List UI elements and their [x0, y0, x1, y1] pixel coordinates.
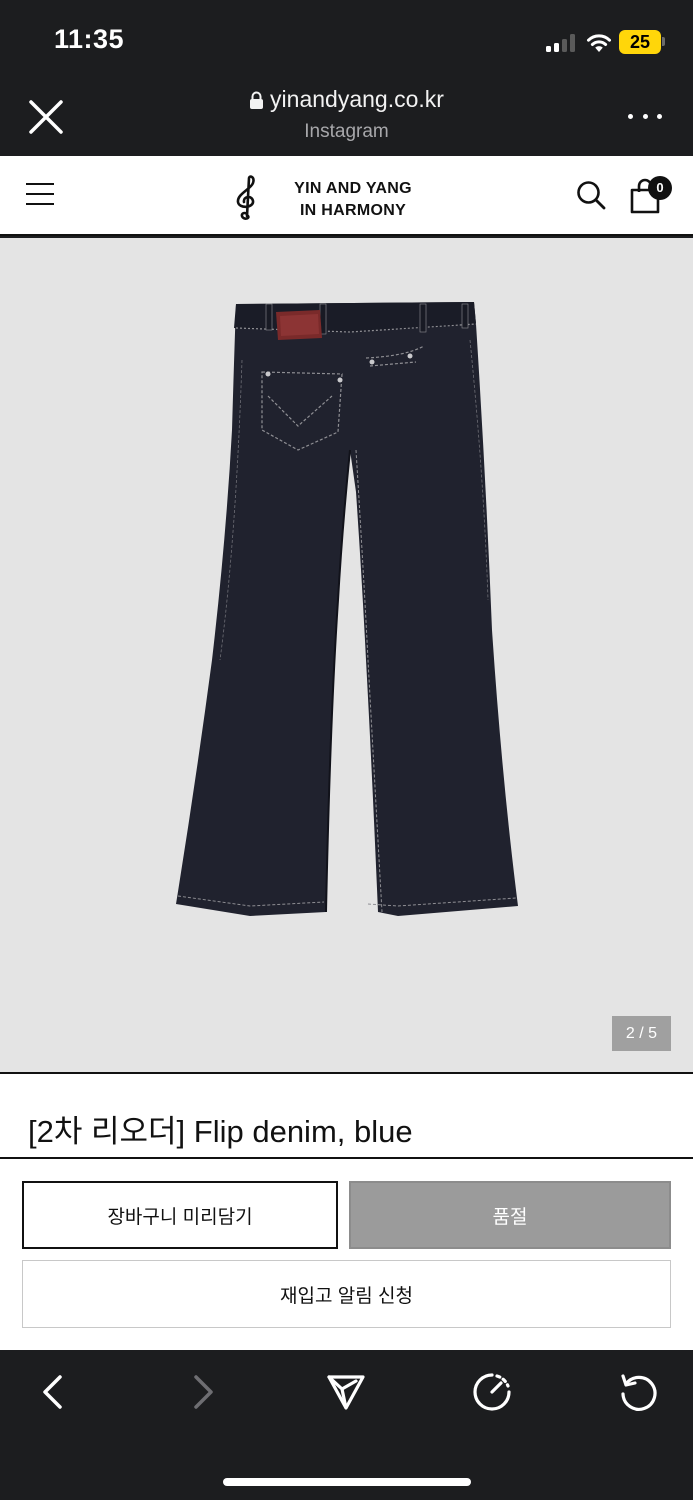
product-info: [2차 리오더] Flip denim, blue 장바구니 미리담기 품절 재…	[0, 1074, 693, 1350]
page: 11:35 25 yinandyang.co.kr Instagram YIN …	[0, 0, 693, 1500]
restock-notify-button[interactable]: 재입고 알림 신청	[22, 1260, 671, 1328]
in-app-browser-bar: yinandyang.co.kr Instagram	[0, 80, 693, 156]
home-indicator[interactable]	[223, 1478, 471, 1486]
cart-preview-button[interactable]: 장바구니 미리담기	[22, 1181, 338, 1249]
site-header: YIN AND YANG IN HARMONY	[0, 156, 693, 236]
more-icon[interactable]	[628, 110, 662, 122]
search-icon[interactable]	[576, 180, 606, 210]
battery-tip	[662, 37, 665, 46]
hamburger-menu-icon[interactable]	[26, 183, 54, 205]
cart-count-badge: 0	[648, 176, 672, 200]
url-area[interactable]: yinandyang.co.kr Instagram	[0, 86, 693, 143]
status-bar: 11:35 25	[0, 0, 693, 80]
forward-arrow-icon[interactable]	[182, 1372, 222, 1412]
site-logo[interactable]: YIN AND YANG IN HARMONY	[228, 172, 428, 222]
share-icon[interactable]	[326, 1372, 366, 1412]
treble-clef-logo-icon	[236, 175, 255, 220]
image-counter: 2 / 5	[612, 1016, 671, 1051]
lock-icon	[250, 91, 264, 109]
product-image-gallery[interactable]: 2 / 5	[0, 238, 693, 1072]
logo-line-2: IN HARMONY	[299, 202, 407, 219]
logo-line-1: YIN AND YANG	[294, 180, 412, 197]
status-time: 11:35	[54, 24, 125, 54]
product-title: [2차 리오더] Flip denim, blue	[28, 1114, 413, 1149]
back-arrow-icon[interactable]	[34, 1372, 74, 1412]
url-text: yinandyang.co.kr	[270, 86, 444, 112]
logo-text: YIN AND YANG IN HARMONY	[278, 178, 428, 222]
wifi-icon	[587, 34, 611, 52]
soldout-button[interactable]: 품절	[349, 1181, 671, 1249]
speed-icon[interactable]	[472, 1372, 512, 1412]
title-divider	[0, 1157, 693, 1159]
product-image-jeans	[176, 302, 518, 916]
cellular-signal-icon	[546, 34, 578, 52]
reload-icon[interactable]	[618, 1372, 658, 1412]
battery-icon: 25	[619, 30, 661, 54]
source-label: Instagram	[304, 120, 389, 142]
